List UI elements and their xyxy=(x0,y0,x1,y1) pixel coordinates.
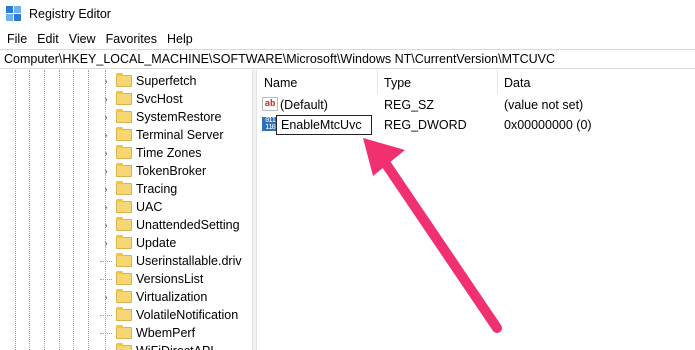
registry-editor-icon xyxy=(6,6,22,22)
tree-item[interactable]: › Superfetch xyxy=(100,72,196,90)
tree-connector: › xyxy=(100,260,112,262)
tree-item-label: Terminal Server xyxy=(136,128,224,142)
folder-icon xyxy=(116,235,132,249)
tree-item[interactable]: › SystemRestore xyxy=(100,108,221,126)
tree-item[interactable]: › SvcHost xyxy=(100,90,183,108)
tree-connector: › xyxy=(100,332,112,334)
expand-chevron-icon[interactable]: › xyxy=(100,220,112,230)
string-value-icon: ab xyxy=(262,97,278,111)
folder-icon xyxy=(116,307,132,321)
folder-icon xyxy=(116,73,132,87)
menu-edit[interactable]: Edit xyxy=(32,32,64,46)
tree-item[interactable]: › Tracing xyxy=(100,180,177,198)
folder-icon xyxy=(116,163,132,177)
folder-icon xyxy=(116,289,132,303)
tree-item[interactable]: › Terminal Server xyxy=(100,126,224,144)
value-type: REG_DWORD xyxy=(384,118,467,132)
tree-item[interactable]: › VersionsList xyxy=(100,270,203,288)
expand-chevron-icon[interactable]: › xyxy=(100,238,112,248)
folder-icon xyxy=(116,199,132,213)
tree-item-label: WbemPerf xyxy=(136,326,196,340)
tree-item[interactable]: ›WiFiDirectAPI xyxy=(100,342,214,350)
column-header-type[interactable]: Type xyxy=(384,76,411,90)
tree-guide-line xyxy=(88,70,89,350)
value-row-enablemtcuvc[interactable]: 011110 REG_DWORD 0x00000000 (0) xyxy=(257,115,695,135)
expand-chevron-icon[interactable]: › xyxy=(100,184,112,194)
tree-connector: › xyxy=(100,278,112,280)
folder-icon xyxy=(116,109,132,123)
window-title: Registry Editor xyxy=(29,7,111,21)
column-header-data[interactable]: Data xyxy=(504,76,530,90)
tree-item[interactable]: › UnattendedSetting xyxy=(100,216,240,234)
tree-item[interactable]: › UAC xyxy=(100,198,162,216)
tree-item-label: Userinstallable.driv xyxy=(136,254,242,268)
folder-icon xyxy=(116,325,132,339)
folder-icon xyxy=(116,271,132,285)
value-data: 0x00000000 (0) xyxy=(504,118,592,132)
column-separator[interactable] xyxy=(377,70,378,94)
folder-icon xyxy=(116,343,132,350)
tree-item-label: UAC xyxy=(136,200,163,214)
tree-connector: › xyxy=(100,314,112,316)
tree-item[interactable]: › WbemPerf xyxy=(100,324,195,342)
menu-favorites[interactable]: Favorites xyxy=(101,32,162,46)
expand-chevron-icon[interactable]: › xyxy=(100,148,112,158)
tree-item-label: VolatileNotification xyxy=(136,308,239,322)
folder-icon xyxy=(116,145,132,159)
key-tree-pane[interactable]: › Superfetch › SvcHost › SystemRestore › Termin… xyxy=(0,70,250,350)
folder-icon xyxy=(116,127,132,141)
tree-guide-line xyxy=(15,70,16,350)
value-name: (Default) xyxy=(280,98,328,112)
tree-item-label: Virtualization xyxy=(136,290,208,304)
menu-bar: File Edit View Favorites Help xyxy=(0,28,695,49)
tree-item[interactable]: › Time Zones xyxy=(100,144,202,162)
tree-item[interactable]: › TokenBroker xyxy=(100,162,206,180)
tree-item[interactable]: › Virtualization xyxy=(100,288,207,306)
title-bar: Registry Editor xyxy=(0,0,695,28)
expand-chevron-icon[interactable]: › xyxy=(100,292,112,302)
value-type: REG_SZ xyxy=(384,98,435,112)
expand-chevron-icon[interactable]: › xyxy=(100,166,112,176)
menu-file[interactable]: File xyxy=(2,32,32,46)
folder-icon xyxy=(116,91,132,105)
column-separator[interactable] xyxy=(497,70,498,94)
tree-guide-line xyxy=(44,70,45,350)
tree-item-label: SystemRestore xyxy=(136,110,222,124)
menu-help[interactable]: Help xyxy=(162,32,198,46)
tree-guide-line xyxy=(59,70,60,350)
tree-item-label: TokenBroker xyxy=(136,164,207,178)
tree-item[interactable]: › Update xyxy=(100,234,176,252)
tree-item-label: WiFiDirectAPI xyxy=(136,344,214,350)
tree-item[interactable]: › Userinstallable.driv xyxy=(100,252,242,270)
tree-item-label: Time Zones xyxy=(136,146,202,160)
tree-item-label: Tracing xyxy=(136,182,178,196)
expand-chevron-icon[interactable]: › xyxy=(100,202,112,212)
value-row-default[interactable]: ab (Default) REG_SZ (value not set) xyxy=(257,95,695,115)
column-header-name[interactable]: Name xyxy=(264,76,297,90)
tree-item-label: SvcHost xyxy=(136,92,183,106)
tree-guide-line xyxy=(73,70,74,350)
expand-chevron-icon[interactable]: › xyxy=(100,94,112,104)
rename-value-input[interactable] xyxy=(276,115,372,135)
value-data: (value not set) xyxy=(504,98,584,112)
folder-icon xyxy=(116,181,132,195)
expand-chevron-icon[interactable]: › xyxy=(100,76,112,86)
values-pane[interactable]: Name Type Data ab (Default) REG_SZ (valu… xyxy=(257,70,695,350)
folder-icon xyxy=(116,253,132,267)
expand-chevron-icon[interactable]: › xyxy=(100,112,112,122)
tree-item-label: VersionsList xyxy=(136,272,204,286)
address-bar[interactable]: Computer\HKEY_LOCAL_MACHINE\SOFTWARE\Mic… xyxy=(0,49,695,69)
menu-view[interactable]: View xyxy=(64,32,101,46)
folder-icon xyxy=(116,217,132,231)
tree-item-label: Update xyxy=(136,236,177,250)
expand-chevron-icon[interactable]: › xyxy=(100,130,112,140)
tree-guide-line xyxy=(29,70,30,350)
tree-item-label: Superfetch xyxy=(136,74,197,88)
tree-item[interactable]: › VolatileNotification xyxy=(100,306,238,324)
tree-item-label: UnattendedSetting xyxy=(136,218,240,232)
